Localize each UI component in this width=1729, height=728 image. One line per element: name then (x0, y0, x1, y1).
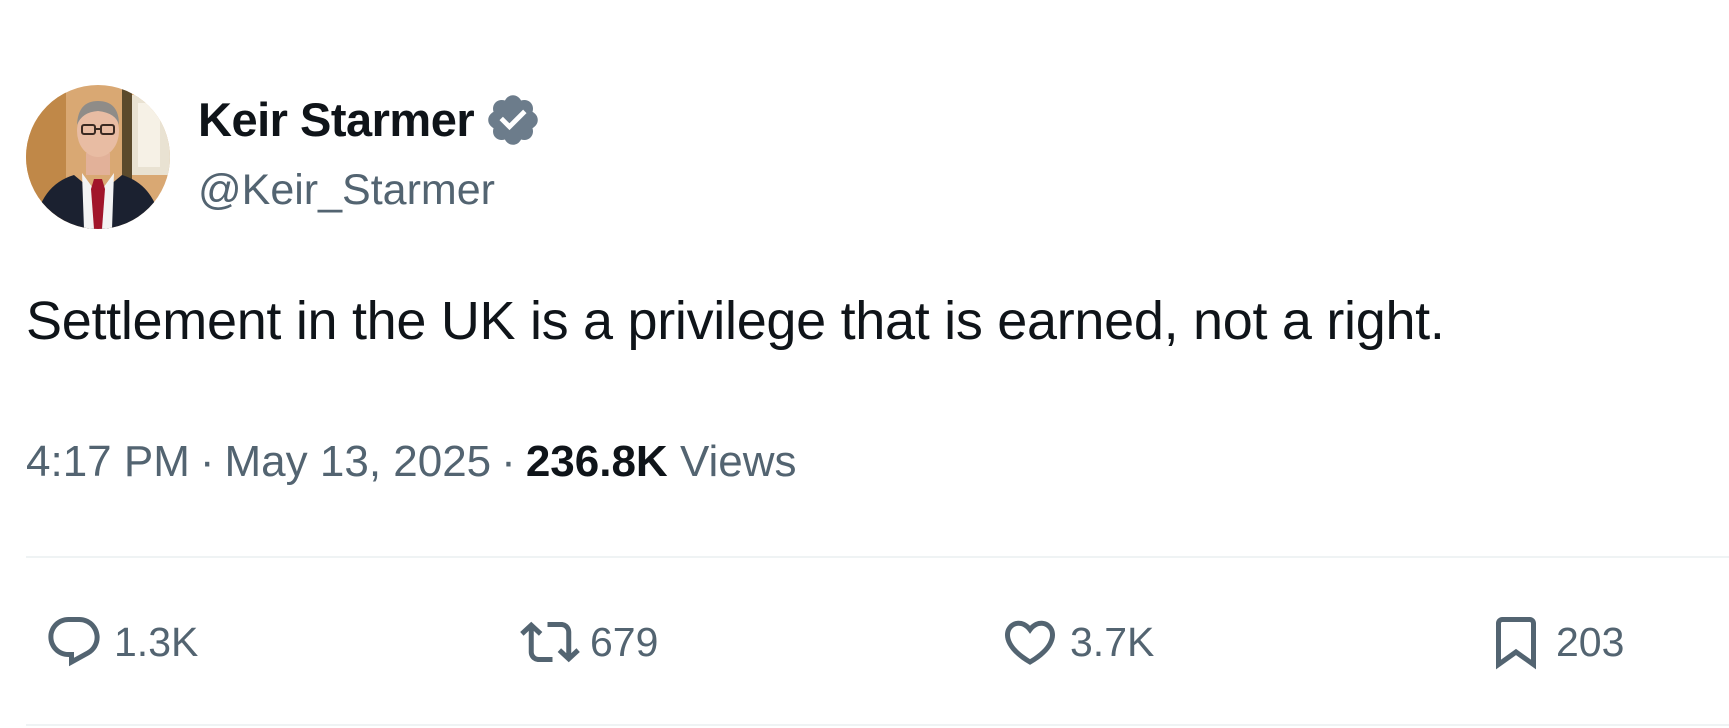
tweet-time[interactable]: 4:17 PM (26, 437, 190, 486)
heart-icon (1000, 612, 1060, 672)
author-name-row: Keir Starmer (198, 90, 542, 150)
tweet-text: Settlement in the UK is a privilege that… (26, 291, 1445, 351)
tweet-meta: 4:17 PM · May 13, 2025 · 236.8K Views (26, 434, 797, 490)
bookmark-icon (1486, 612, 1546, 672)
meta-separator: · (501, 437, 516, 486)
author-handle[interactable]: @Keir_Starmer (198, 162, 495, 218)
views-label: Views (679, 437, 797, 486)
bookmark-button[interactable]: 203 (1486, 612, 1624, 672)
retweet-icon (520, 612, 580, 672)
like-button[interactable]: 3.7K (1000, 612, 1154, 672)
meta-separator: · (199, 437, 215, 486)
divider (26, 724, 1729, 726)
divider (26, 556, 1729, 558)
reply-button[interactable]: 1.3K (44, 612, 198, 672)
retweet-count: 679 (590, 619, 659, 665)
verified-badge-icon[interactable] (484, 91, 542, 149)
author-display-name[interactable]: Keir Starmer (198, 90, 475, 150)
avatar-photo (26, 85, 170, 229)
bookmark-count: 203 (1556, 619, 1625, 665)
views-count: 236.8K (525, 437, 668, 486)
tweet-card: Keir Starmer @Keir_Starmer Settlement in… (0, 0, 1729, 728)
reply-icon (44, 612, 104, 672)
avatar[interactable] (26, 85, 170, 229)
retweet-button[interactable]: 679 (520, 612, 658, 672)
like-count: 3.7K (1070, 619, 1155, 665)
reply-count: 1.3K (114, 619, 199, 665)
tweet-date[interactable]: May 13, 2025 (225, 437, 492, 486)
